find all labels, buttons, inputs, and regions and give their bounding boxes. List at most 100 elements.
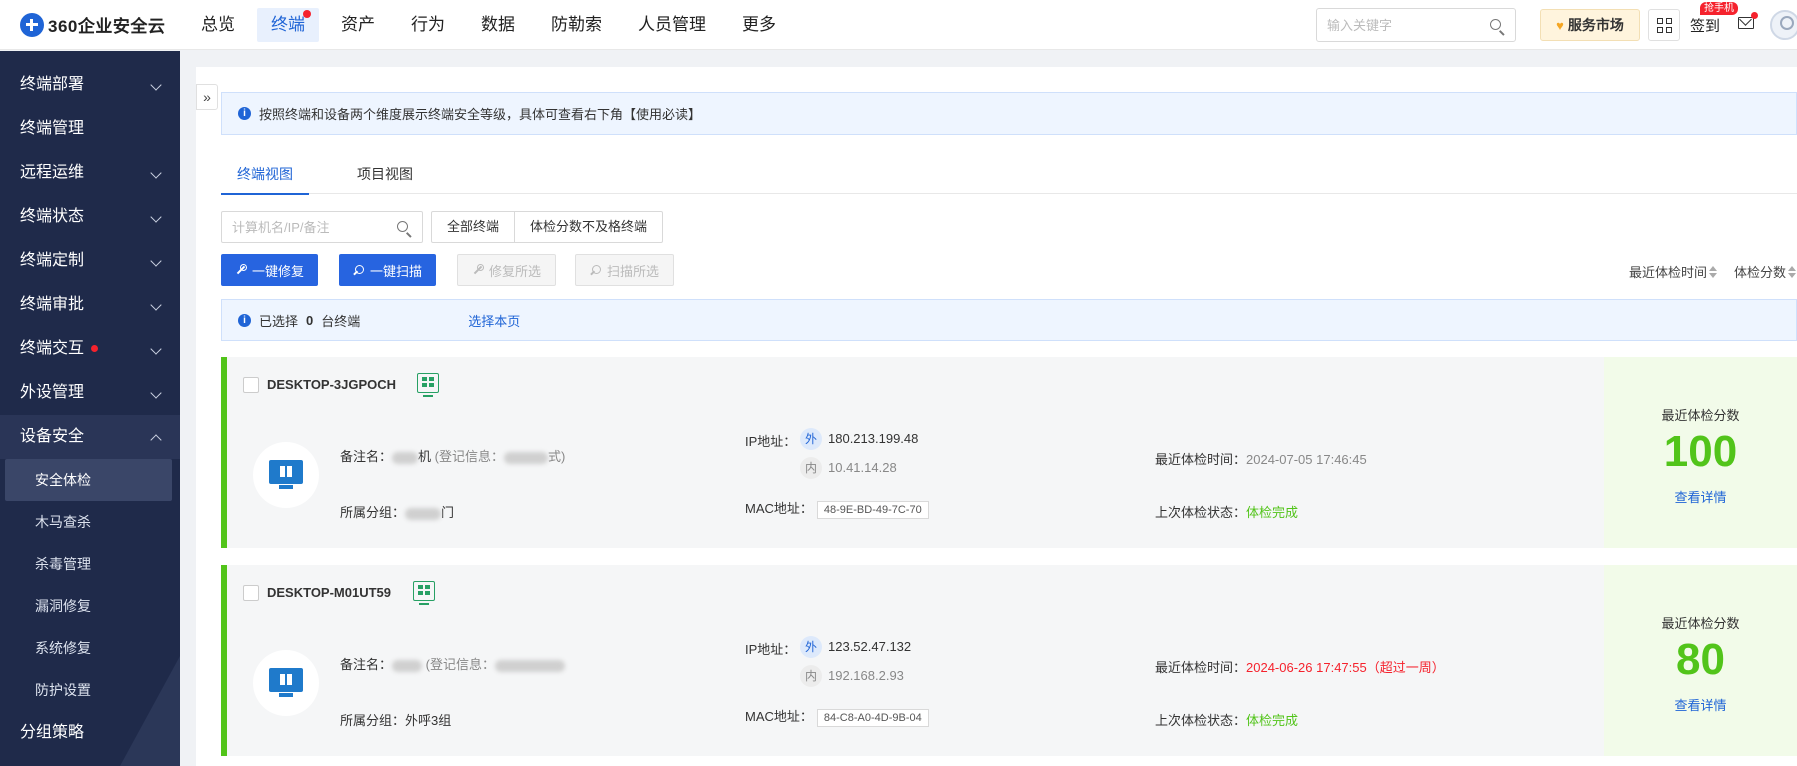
sidebar-item-approval[interactable]: 终端审批 bbox=[0, 283, 180, 327]
nav-behavior[interactable]: 行为 bbox=[393, 0, 463, 50]
segment-failed-endpoints[interactable]: 体检分数不及格终端 bbox=[514, 212, 662, 242]
last-check-status: 上次体检状态：体检完成 bbox=[1155, 505, 1299, 520]
mail-dot bbox=[1751, 12, 1758, 19]
sort-by-score[interactable]: 体检分数 bbox=[1734, 262, 1797, 281]
score-panel: 最近体检分数 80 查看详情 bbox=[1604, 565, 1797, 756]
one-click-fix-button[interactable]: 一键修复 bbox=[221, 254, 319, 286]
chevron-down-icon bbox=[150, 79, 162, 91]
remark-row: 备注名： (登记信息： bbox=[340, 654, 565, 673]
ip-row: IP地址： bbox=[745, 434, 797, 449]
scan-icon bbox=[590, 264, 601, 276]
sort-icon bbox=[1709, 265, 1718, 278]
apps-grid-button[interactable] bbox=[1648, 9, 1680, 41]
ip-out-row: 外 123.52.47.132 bbox=[800, 636, 911, 658]
one-click-scan-button[interactable]: 一键扫描 bbox=[339, 254, 437, 286]
top-search-input[interactable] bbox=[1317, 9, 1487, 41]
collapse-sidebar-button[interactable]: » bbox=[196, 84, 218, 110]
notice-text: 按照终端和设备两个维度展示终端安全等级，具体可查看右下角【使用必读】 bbox=[259, 107, 702, 122]
phone-badge: 抢手机 bbox=[1700, 2, 1738, 15]
avatar[interactable] bbox=[1770, 10, 1797, 40]
view-tabs: 终端视图 项目视图 bbox=[221, 158, 1797, 195]
checkup-score: 80 bbox=[1676, 635, 1725, 684]
segment-all-endpoints[interactable]: 全部终端 bbox=[432, 212, 514, 242]
signin-link[interactable]: 签到 bbox=[1690, 15, 1720, 36]
notification-dot bbox=[91, 345, 98, 352]
sidebar-item-remote[interactable]: 远程运维 bbox=[0, 151, 180, 195]
view-details-link[interactable]: 查看详情 bbox=[1604, 695, 1797, 714]
tab-project-view[interactable]: 项目视图 bbox=[357, 164, 413, 194]
info-icon: i bbox=[238, 107, 251, 120]
mac-row: MAC地址： 48-9E-BD-49-7C-70 bbox=[745, 498, 929, 519]
filter-search-input[interactable] bbox=[222, 212, 392, 242]
windows-icon bbox=[413, 581, 435, 605]
search-icon[interactable] bbox=[397, 221, 408, 232]
filter-search bbox=[221, 211, 423, 243]
chevron-down-icon bbox=[150, 387, 162, 399]
sidebar-item-peripheral[interactable]: 外设管理 bbox=[0, 371, 180, 415]
mac-address: 48-9E-BD-49-7C-70 bbox=[816, 501, 929, 519]
chevron-down-icon bbox=[150, 343, 162, 355]
chevron-up-icon bbox=[150, 434, 162, 446]
ip-out: 180.213.199.48 bbox=[828, 431, 919, 446]
score-panel: 最近体检分数 100 查看详情 bbox=[1604, 357, 1797, 548]
service-market-button[interactable]: ♥ 服务市场 bbox=[1540, 9, 1640, 41]
sidebar: 终端部署 终端管理 远程运维 终端状态 终端定制 终端审批 终端交互 外设管理 … bbox=[0, 51, 180, 766]
last-check-time: 最近体检时间：2024-07-05 17:46:45 bbox=[1155, 452, 1367, 467]
sidebar-item-custom[interactable]: 终端定制 bbox=[0, 239, 180, 283]
main-nav: 总览 终端 资产 行为 数据 防勒索 人员管理 更多 bbox=[183, 0, 794, 50]
nav-data[interactable]: 数据 bbox=[463, 0, 533, 50]
computer-icon bbox=[253, 442, 319, 508]
last-check-time: 最近体检时间：2024-06-26 17:47:55（超过一周） bbox=[1155, 660, 1445, 675]
sidebar-item-status[interactable]: 终端状态 bbox=[0, 195, 180, 239]
sidebar-item-manage[interactable]: 终端管理 bbox=[0, 107, 180, 151]
nav-assets[interactable]: 资产 bbox=[323, 0, 393, 50]
nav-people[interactable]: 人员管理 bbox=[620, 0, 724, 50]
sidebar-subitem-checkup[interactable]: 安全体检 bbox=[5, 459, 172, 501]
chevron-down-icon bbox=[150, 167, 162, 179]
search-icon[interactable] bbox=[1490, 19, 1501, 30]
checkup-score: 100 bbox=[1663, 427, 1738, 476]
computer-icon bbox=[253, 650, 319, 716]
sidebar-subitem-trojan[interactable]: 木马查杀 bbox=[0, 501, 180, 543]
chevron-down-icon bbox=[150, 211, 162, 223]
group-row: 所属分组：门 bbox=[340, 505, 455, 520]
nav-more[interactable]: 更多 bbox=[724, 0, 794, 50]
sort-icon bbox=[1788, 265, 1797, 278]
tab-endpoint-view[interactable]: 终端视图 bbox=[221, 164, 309, 195]
select-page-link[interactable]: 选择本页 bbox=[468, 311, 520, 330]
sidebar-item-deploy[interactable]: 终端部署 bbox=[0, 63, 180, 107]
logo[interactable]: 360企业安全云 bbox=[20, 12, 165, 37]
nav-endpoint[interactable]: 终端 bbox=[253, 0, 323, 50]
grid-icon bbox=[1657, 18, 1663, 24]
remark-row: 备注名：机 (登记信息： 式) bbox=[340, 449, 566, 464]
sidebar-subitem-antivirus[interactable]: 杀毒管理 bbox=[0, 543, 180, 585]
group-row: 所属分组：外呼3组 bbox=[340, 713, 452, 728]
endpoint-checkbox[interactable] bbox=[243, 585, 259, 601]
view-details-link[interactable]: 查看详情 bbox=[1604, 487, 1797, 506]
endpoint-checkbox[interactable] bbox=[243, 377, 259, 393]
sidebar-subitem-vuln[interactable]: 漏洞修复 bbox=[0, 585, 180, 627]
windows-icon bbox=[417, 373, 439, 397]
sort-by-time[interactable]: 最近体检时间 bbox=[1629, 262, 1718, 281]
last-check-status: 上次体检状态：体检完成 bbox=[1155, 713, 1299, 728]
ip-in: 192.168.2.93 bbox=[828, 668, 904, 683]
ip-in: 10.41.14.28 bbox=[828, 460, 897, 475]
scan-selected-button[interactable]: 扫描所选 bbox=[575, 254, 675, 286]
endpoint-card: DESKTOP-M01UT59 备注名： (登记信息： 所属分组：外呼3组 IP… bbox=[221, 565, 1797, 756]
mail-icon[interactable] bbox=[1738, 17, 1754, 29]
sidebar-item-interaction[interactable]: 终端交互 bbox=[0, 327, 180, 371]
endpoint-card: DESKTOP-3JGPOCH 备注名：机 (登记信息： 式) 所属分组：门 IP… bbox=[221, 357, 1797, 548]
ip-out: 123.52.47.132 bbox=[828, 639, 912, 654]
info-notice: i 按照终端和设备两个维度展示终端安全等级，具体可查看右下角【使用必读】 bbox=[221, 92, 1797, 135]
logo-text: 360企业安全云 bbox=[48, 17, 166, 36]
hostname: DESKTOP-M01UT59 bbox=[267, 585, 392, 600]
mac-address: 84-C8-A0-4D-9B-04 bbox=[816, 709, 929, 727]
hostname: DESKTOP-3JGPOCH bbox=[267, 377, 397, 392]
fix-selected-button[interactable]: 修复所选 bbox=[457, 254, 557, 286]
sidebar-item-device-security[interactable]: 设备安全 bbox=[0, 415, 180, 459]
nav-overview[interactable]: 总览 bbox=[183, 0, 253, 50]
heart-icon: ♥ bbox=[1556, 17, 1564, 33]
top-search bbox=[1316, 8, 1516, 42]
nav-ransomware[interactable]: 防勒索 bbox=[533, 0, 620, 50]
chevron-down-icon bbox=[150, 255, 162, 267]
